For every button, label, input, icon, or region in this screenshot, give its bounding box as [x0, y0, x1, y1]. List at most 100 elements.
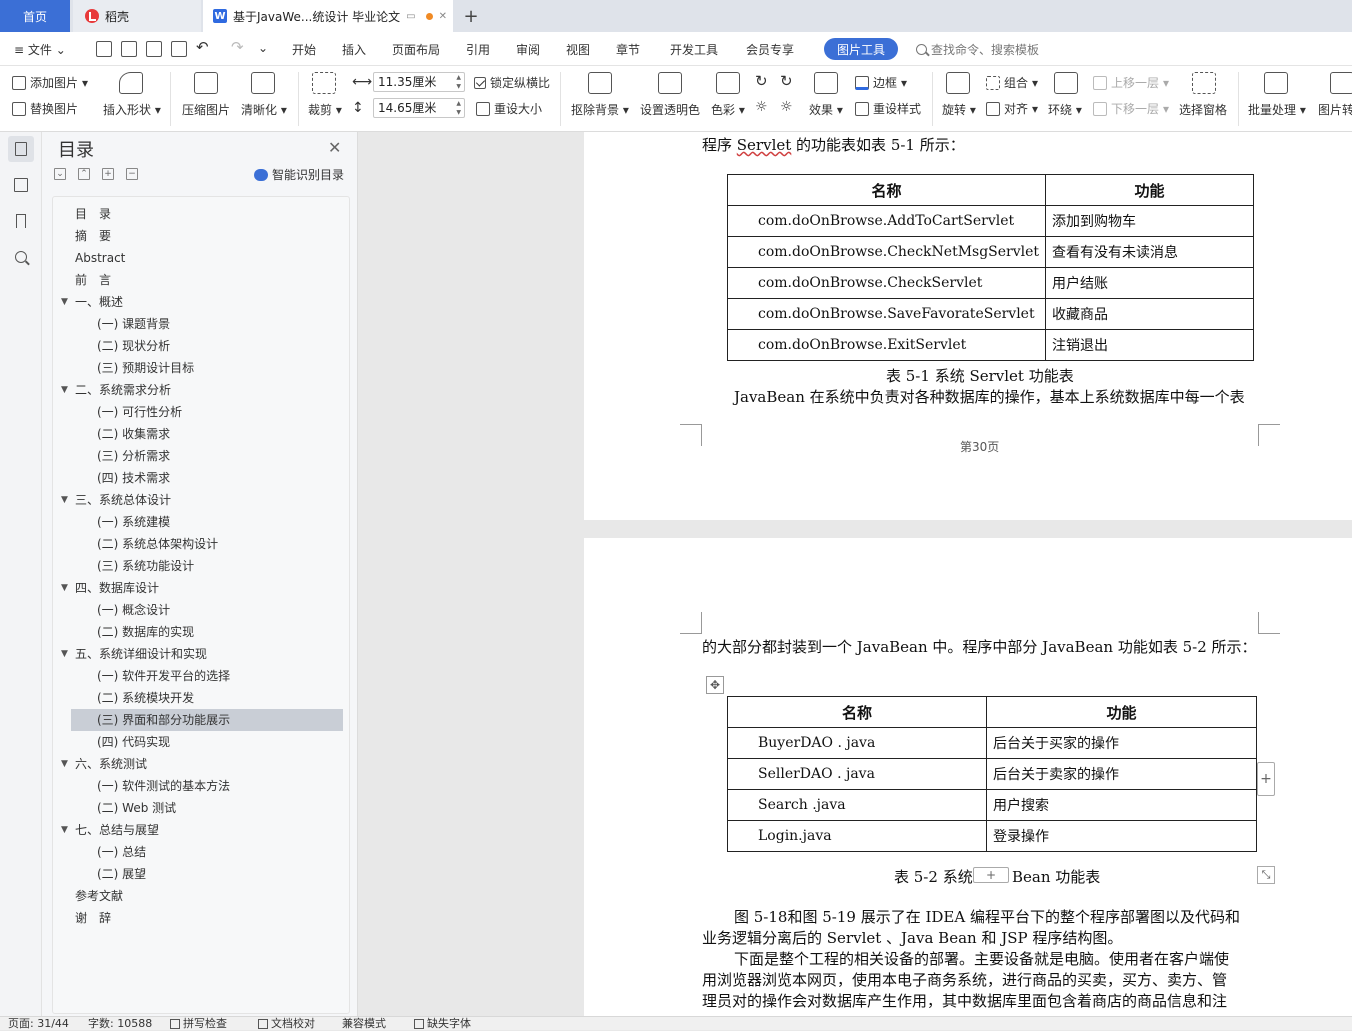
height-input[interactable]: 14.65厘米 [373, 98, 465, 118]
remove-background-icon[interactable] [588, 72, 612, 94]
toc-item[interactable]: 摘 要 [53, 225, 349, 247]
wrap-icon[interactable] [1054, 72, 1078, 94]
file-menu[interactable]: ≡ 文件 ⌄ [14, 41, 66, 58]
tab-document[interactable]: W 基于JavaWe...统设计 毕业论文 ▭ ✕ [203, 0, 453, 32]
chevron-down-icon[interactable]: ▼ [61, 753, 68, 775]
toc-item[interactable]: (一) 总结 [53, 841, 349, 863]
table-cell-function[interactable]: 用户结账 [1045, 267, 1254, 299]
page-indicator[interactable]: 页面: 31/44 [8, 1017, 69, 1031]
menu-view[interactable]: 视图 [566, 41, 590, 58]
toc-item[interactable]: (一) 软件测试的基本方法 [53, 775, 349, 797]
crop-button[interactable]: 裁剪 ▾ [308, 101, 342, 118]
expand-up-icon[interactable]: ⌃ [78, 168, 90, 180]
close-tab-icon[interactable]: ✕ [439, 11, 447, 22]
table-cell-function[interactable]: 登录操作 [986, 820, 1257, 852]
redo-icon[interactable]: ↷ [231, 38, 244, 56]
table-cell-name[interactable]: com.doOnBrowse.ExitServlet [726, 329, 1047, 361]
toc-item[interactable]: (二) 展望 [53, 863, 349, 885]
toc-item[interactable]: (一) 可行性分析 [53, 401, 349, 423]
contrast-down-icon[interactable]: ☼ [780, 99, 793, 115]
table-cell-function[interactable]: 用户搜索 [986, 789, 1257, 821]
chevron-down-icon[interactable]: ▼ [61, 291, 68, 313]
servlet-table[interactable]: 名称 功能 com.doOnBrowse.AddToCartServlet 添加到… [726, 174, 1254, 361]
command-search[interactable]: 查找命令、搜索模板 [916, 41, 1039, 58]
table-resize-icon[interactable]: ⤡ [1257, 866, 1275, 884]
rotate-button[interactable]: 旋转 ▾ [942, 101, 976, 118]
picture-convert-icon[interactable] [1330, 72, 1352, 94]
chevron-down-icon[interactable]: ▼ [61, 379, 68, 401]
crop-icon[interactable] [312, 72, 336, 94]
remove-background-button[interactable]: 抠除背景 ▾ [571, 101, 629, 118]
color-button[interactable]: 色彩 ▾ [711, 101, 745, 118]
spell-check-button[interactable]: 拼写检查 [170, 1017, 227, 1031]
add-column-button[interactable]: + [1257, 762, 1275, 796]
print-icon[interactable] [146, 41, 162, 57]
rail-bookmark-button[interactable] [8, 208, 34, 234]
quick-access-more-icon[interactable]: ⌄ [258, 41, 268, 55]
proofread-button[interactable]: 文档校对 [258, 1017, 315, 1031]
menu-insert[interactable]: 插入 [342, 41, 366, 58]
add-row-button[interactable]: + [973, 867, 1009, 883]
save-icon[interactable] [96, 41, 112, 57]
table-cell-name[interactable]: com.doOnBrowse.CheckServlet [726, 267, 1047, 299]
group-button[interactable]: 组合 ▾ [986, 74, 1038, 91]
batch-process-icon[interactable] [1264, 72, 1288, 94]
clarity-button[interactable]: 清晰化 ▾ [241, 101, 287, 118]
toc-item[interactable]: (二) 系统总体架构设计 [53, 533, 349, 555]
missing-font-button[interactable]: 缺失字体 [414, 1017, 471, 1031]
effect-button[interactable]: 效果 ▾ [809, 101, 843, 118]
toc-item[interactable]: Abstract [53, 247, 349, 269]
toc-item[interactable]: (二) 现状分析 [53, 335, 349, 357]
javabean-table[interactable]: 名称 功能 BuyerDAO . java 后台关于买家的操作 SellerDAO … [727, 696, 1257, 852]
rail-chapter-button[interactable] [8, 172, 34, 198]
menu-picture-tools[interactable]: 图片工具 [824, 38, 898, 60]
table-cell-name[interactable]: SellerDAO . java [727, 758, 987, 790]
tab-home[interactable]: 首页 [0, 0, 70, 32]
insert-shape-icon[interactable] [119, 72, 143, 94]
toc-item[interactable]: (一) 概念设计 [53, 599, 349, 621]
toc-item[interactable]: (二) Web 测试 [53, 797, 349, 819]
table-cell-name[interactable]: com.doOnBrowse.CheckNetMsgServlet [726, 236, 1047, 268]
toc-item[interactable]: 谢 辞 [53, 907, 349, 929]
table-cell-function[interactable]: 添加到购物车 [1045, 205, 1254, 237]
align-button[interactable]: 对齐 ▾ [986, 100, 1038, 117]
bring-forward-button[interactable]: 上移一层 ▾ [1093, 74, 1169, 91]
add-heading-icon[interactable]: + [102, 168, 114, 180]
toc-item[interactable]: (三) 预期设计目标 [53, 357, 349, 379]
export-pdf-icon[interactable] [121, 41, 137, 57]
reset-style-button[interactable]: 重设样式 [855, 100, 921, 117]
toc-item[interactable]: ▼ 六、系统测试 [53, 753, 349, 775]
rotate-icon[interactable] [946, 72, 970, 94]
clarity-icon[interactable] [251, 72, 275, 94]
add-picture-button[interactable]: 添加图片 ▾ [12, 74, 88, 91]
menu-member[interactable]: 会员专享 [746, 41, 794, 58]
replace-picture-button[interactable]: 替换图片 [12, 100, 78, 117]
menu-references[interactable]: 引用 [466, 41, 490, 58]
rail-search-button[interactable] [8, 244, 34, 270]
close-icon[interactable]: ✕ [328, 138, 341, 157]
table-cell-name[interactable]: Login.java [727, 820, 987, 852]
tab-daoke[interactable]: 稻壳 [73, 0, 201, 32]
reset-size-button[interactable]: 重设大小 [476, 100, 542, 117]
table-cell-name[interactable]: BuyerDAO . java [727, 727, 987, 759]
toc-item[interactable]: (一) 软件开发平台的选择 [53, 665, 349, 687]
menu-start[interactable]: 开始 [292, 41, 316, 58]
toc-item[interactable]: (二) 数据库的实现 [53, 621, 349, 643]
table-cell-function[interactable]: 后台关于买家的操作 [986, 727, 1257, 759]
toc-item[interactable]: ▼ 四、数据库设计 [53, 577, 349, 599]
border-button[interactable]: 边框 ▾ [855, 74, 907, 91]
chevron-down-icon[interactable]: ▼ [61, 643, 68, 665]
toc-item[interactable]: ▼ 三、系统总体设计 [53, 489, 349, 511]
toc-item[interactable]: 参考文献 [53, 885, 349, 907]
toc-item[interactable]: ▼ 二、系统需求分析 [53, 379, 349, 401]
send-backward-button[interactable]: 下移一层 ▾ [1093, 100, 1169, 117]
toc-item[interactable]: (四) 代码实现 [53, 731, 349, 753]
set-transparent-button[interactable]: 设置透明色 [640, 101, 700, 118]
brightness-up-icon[interactable]: ↻ [755, 72, 768, 90]
new-tab-button[interactable]: + [458, 0, 484, 32]
toc-item[interactable]: (三) 界面和部分功能展示 [71, 709, 343, 731]
menu-review[interactable]: 审阅 [516, 41, 540, 58]
table-cell-function[interactable]: 查看有没有未读消息 [1045, 236, 1254, 268]
smart-toc-button[interactable]: 智能识别目录 [254, 166, 344, 183]
lock-ratio-checkbox[interactable]: 锁定纵横比 [474, 74, 550, 91]
